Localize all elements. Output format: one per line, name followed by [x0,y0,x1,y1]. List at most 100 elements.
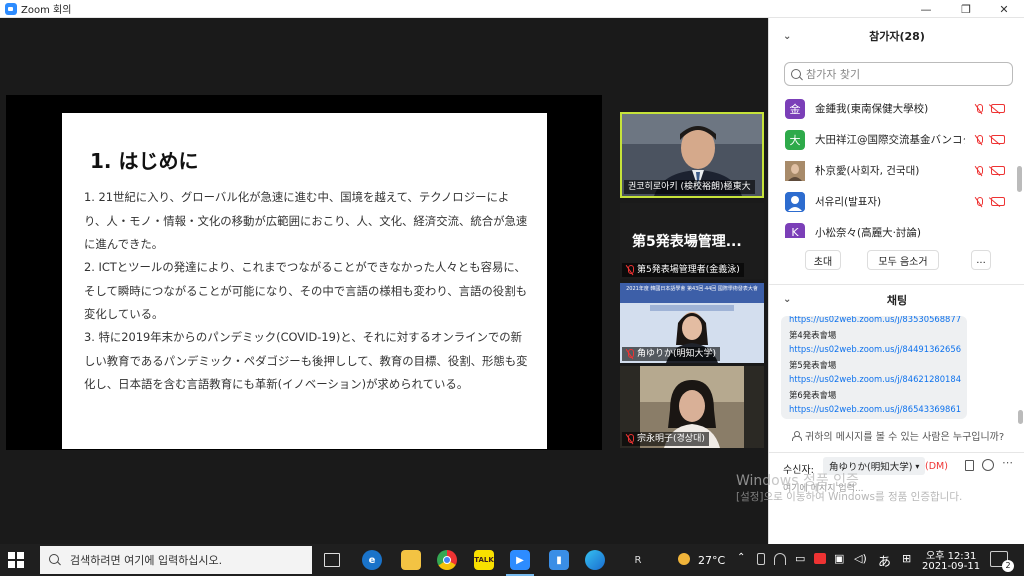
chevron-down-icon[interactable]: ⌄ [783,31,791,42]
restore-button[interactable]: ❐ [946,0,986,18]
zoom-app-icon [5,2,17,15]
more-options-button[interactable]: ... [971,250,991,270]
speaker-name-label: 권코히로아키 (検校裕朗)極東大 [624,180,755,194]
video-tile-speaker[interactable]: 권코히로아키 (検校裕朗)極東大 [620,112,764,198]
edge-icon[interactable] [585,550,605,570]
participant-3-banner: 2021年度 韓國日本語學會 第43回·44回 國際學術發表大會 [626,286,758,292]
video-off-icon[interactable] [991,135,1005,144]
chat-header: ⌄ 채팅 [769,284,1024,314]
weather-temp[interactable]: 27°C [698,554,725,567]
invite-button[interactable]: 초대 [805,250,841,270]
participant-name: 朴京愛(사회자, 건국대) [815,165,920,177]
message-visibility-info[interactable]: 귀하의 메시지를 볼 수 있는 사람은 누구입니까? [791,428,1004,443]
minimize-button[interactable]: — [906,0,946,18]
visibility-text: 귀하의 메시지를 볼 수 있는 사람은 누구입니까? [805,432,1005,443]
participant-3-name-text: 角ゆりか(明知大学) [637,349,717,359]
taskbar-search-input[interactable]: 검색하려면 여기에 입력하십시오. [40,546,312,574]
screen: Zoom 회의 — ❐ ✕ 1. はじめに 1. 21世紀に入り、グローバル化が… [0,0,1024,576]
file-icon[interactable] [965,460,974,471]
notification-count-badge: 2 [1002,560,1014,572]
mic-muted-icon[interactable] [975,165,983,176]
chat-link[interactable]: https://us02web.zoom.us/j/86543369861 [789,404,961,414]
window-title: Zoom 회의 [21,5,72,16]
taskbar: 검색하려면 여기에 입력하십시오. e TALK ▶ ▮ R 27°C ⌃ ▭ … [0,544,1024,576]
video-off-icon[interactable] [991,166,1005,175]
avatar [785,160,805,181]
activation-watermark-title: Windows 정품 인증 [736,473,859,489]
chat-link[interactable]: https://us02web.zoom.us/j/83530568877 [789,316,961,324]
avatar: 大 [785,129,805,150]
host-name-text: 第5発表場管理者(金義泳) [637,265,740,275]
video-off-icon[interactable] [991,104,1005,113]
shared-slide: 1. はじめに 1. 21世紀に入り、グローバル化が急速に進む中、国境を越えて、… [62,113,547,449]
usb-device-icon[interactable] [757,553,765,565]
volume-icon[interactable]: ◁) [854,552,867,565]
participant-row[interactable]: 金 金鍾我(東南保健大學校) [769,92,1017,125]
task-view-icon[interactable] [324,553,340,567]
mute-all-button[interactable]: 모두 음소거 [867,250,939,270]
participant-name: 大田祥江@国際交流基金バンコク [815,134,965,146]
participant-row[interactable]: 서유리(발표자) [769,185,1017,218]
mic-muted-icon[interactable] [975,196,983,207]
chat-text: 第5発表會場 [789,360,837,370]
tray-chevron-up-icon[interactable]: ⌃ [737,552,745,563]
close-button[interactable]: ✕ [984,0,1024,18]
blue-app-icon[interactable]: ▮ [549,550,569,570]
kakaotalk-icon[interactable]: TALK [474,550,494,570]
security-icon[interactable] [814,553,826,564]
chrome-icon[interactable] [437,550,457,570]
avatar: K [785,222,805,238]
side-panel: ⌄ 참가자(28) 참가자 찾기 金 金鍾我(東南保健大學校) 大 大田祥江@国… [768,18,1024,544]
default-user-icon [785,191,805,212]
video-off-icon[interactable] [991,197,1005,206]
chat-link[interactable]: https://us02web.zoom.us/j/84621280184 [789,374,961,384]
chat-scrollbar[interactable] [1018,410,1023,424]
speaker-name-text: 권코히로아키 (検校裕朗)極東大 [628,182,751,192]
weather-icon [678,553,690,565]
network-icon[interactable]: ▣ [834,552,844,565]
chevron-down-icon[interactable]: ⌄ [783,294,791,305]
slide-paragraph-1: 1. 21世紀に入り、グローバル化が急速に進む中、国境を越えて、テクノロジーによ… [84,190,528,251]
participant-4-name-label: 宗永明子(경상대) [622,432,709,446]
app-r-icon[interactable]: R [628,550,648,570]
participant-3-name-label: 角ゆりか(明知大学) [622,347,721,361]
person-icon [791,430,802,441]
video-tile-participant-4[interactable]: 宗永明子(경상대) [620,366,764,448]
windows-start-icon[interactable] [8,552,24,568]
participant-list[interactable]: 金 金鍾我(東南保健大學校) 大 大田祥江@国際交流基金バンコク 朴京愛(사회자… [769,92,1017,238]
wifi-icon[interactable] [774,553,786,565]
participant-search-input[interactable]: 참가자 찾기 [784,62,1013,86]
chat-link[interactable]: https://us02web.zoom.us/j/84491362656 [789,344,961,354]
ime-indicator[interactable]: あ [878,551,891,570]
chat-text: 第4発表會場 [789,330,837,340]
edge-legacy-icon[interactable]: e [362,550,382,570]
file-explorer-icon[interactable] [401,550,421,570]
search-icon [791,69,801,79]
taskbar-search-placeholder: 검색하려면 여기에 입력하십시오. [70,554,223,567]
chat-text: 第6発表會場 [789,390,837,400]
mic-muted-icon[interactable] [975,134,983,145]
clock-time[interactable]: 오후 12:31 [926,547,976,562]
mic-muted-icon [626,265,634,275]
participant-list-scrollbar[interactable] [1017,166,1022,192]
participants-header: ⌄ 참가자(28) [769,18,1024,54]
more-icon[interactable]: ⋯ [1002,456,1013,469]
participant-row[interactable]: 朴京愛(사회자, 건국대) [769,154,1017,187]
mic-muted-icon [626,434,634,444]
participant-search-placeholder: 참가자 찾기 [806,68,861,81]
mic-muted-icon[interactable] [975,103,983,114]
slide-paragraph-3: 3. 特に2019年末からのパンデミック(COVID-19)と、それに対するオン… [84,330,528,391]
emoji-icon[interactable] [982,459,994,471]
host-big-name: 第5発表場管理... [632,234,742,250]
video-tile-participant-3[interactable]: 2021年度 韓國日本語學會 第43回·44回 國際學術發表大會 角ゆりか(明知… [620,283,764,363]
participant-row[interactable]: K 小松奈々(高麗大·討論) [769,216,1017,238]
host-name-label: 第5発表場管理者(金義泳) [622,263,744,277]
keyboard-icon[interactable]: ⊞ [902,552,911,565]
zoom-taskbar-icon[interactable]: ▶ [510,550,530,570]
display-icon[interactable]: ▭ [795,552,805,565]
clock-date[interactable]: 2021-09-11 [922,561,980,572]
participant-row[interactable]: 大 大田祥江@国際交流基金バンコク [769,123,1017,156]
slide-heading: 1. はじめに [90,149,199,173]
chat-title: 채팅 [886,293,908,307]
participant-name: 金鍾我(東南保健大學校) [815,103,929,115]
